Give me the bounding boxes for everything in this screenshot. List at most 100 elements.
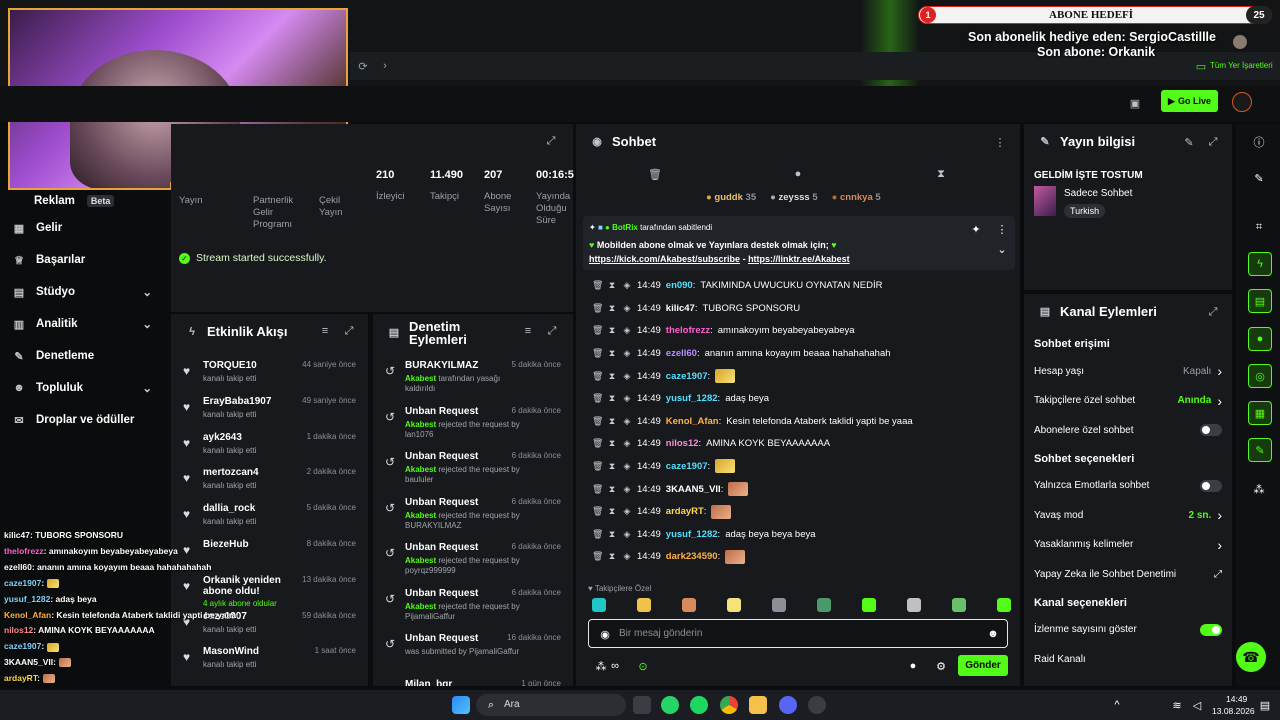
discord-icon[interactable] bbox=[779, 696, 797, 714]
setting-control[interactable]: 2 sn. › bbox=[1189, 507, 1222, 523]
sidebar-item-analitik[interactable]: ▥ Analitik ⌄ bbox=[0, 308, 170, 340]
chat-message-user[interactable]: caze1907 bbox=[666, 371, 708, 382]
chat-message-user[interactable]: kilic47 bbox=[666, 303, 695, 314]
profile-avatar[interactable] bbox=[1233, 35, 1247, 49]
moderation-item-name[interactable]: Milan_bgr bbox=[405, 679, 452, 687]
setting-row[interactable]: Yalnızca Emotlarla sohbet bbox=[1034, 475, 1222, 497]
top-chatter-1[interactable]: ● guddk 35 bbox=[706, 192, 756, 203]
setting-control[interactable]: ⤢ bbox=[1214, 569, 1222, 580]
more-options-icon[interactable]: ⋮ bbox=[995, 222, 1009, 236]
timeout-icon[interactable]: ⧗ bbox=[607, 529, 617, 540]
chat-settings-bubble-icon[interactable]: ● bbox=[906, 659, 920, 673]
emote-option[interactable] bbox=[952, 598, 966, 612]
volume-icon[interactable]: ◁ bbox=[1190, 698, 1204, 712]
timeout-icon[interactable]: ⧗ bbox=[607, 325, 617, 336]
timeout-icon[interactable]: ⧗ bbox=[607, 506, 617, 517]
delete-message-icon[interactable]: 🗑 bbox=[592, 438, 603, 449]
delete-message-icon[interactable]: 🗑 bbox=[592, 303, 603, 314]
emote-option[interactable] bbox=[997, 598, 1011, 612]
setting-control[interactable]: Kapalı › bbox=[1183, 363, 1222, 379]
apps-icon[interactable]: ⁂ bbox=[1252, 482, 1266, 496]
expand-icon[interactable]: ⤢ bbox=[545, 324, 559, 338]
notification-icon[interactable]: ▤ bbox=[1258, 698, 1272, 712]
setting-control[interactable] bbox=[1200, 424, 1222, 436]
timeout-icon[interactable]: ⧗ bbox=[607, 393, 617, 404]
timeout-icon[interactable]: ⧗ bbox=[607, 371, 617, 382]
expand-icon[interactable]: ⤢ bbox=[544, 134, 558, 148]
emote-option[interactable] bbox=[592, 598, 606, 612]
moderation-item-name[interactable]: BURAKYILMAZ bbox=[405, 360, 478, 371]
emote-picker-icon[interactable]: ⁂ bbox=[594, 659, 608, 673]
user-avatar-icon[interactable] bbox=[1232, 92, 1252, 112]
setting-toggle[interactable] bbox=[1200, 424, 1222, 436]
delete-message-icon[interactable]: 🗑 bbox=[592, 280, 603, 291]
tray-chevron-icon[interactable]: ^ bbox=[1110, 698, 1124, 712]
delete-message-icon[interactable]: 🗑 bbox=[592, 461, 603, 472]
delete-message-icon[interactable]: 🗑 bbox=[592, 551, 603, 562]
rail-document-button[interactable]: ▤ bbox=[1248, 289, 1272, 313]
delete-message-icon[interactable]: 🗑 bbox=[592, 506, 603, 517]
sidebar-item-reklam[interactable]: Reklam Beta bbox=[0, 190, 170, 212]
rail-broadcast-button[interactable]: ◎ bbox=[1248, 364, 1272, 388]
emote-option[interactable] bbox=[817, 598, 831, 612]
moderation-item-name[interactable]: Unban Request bbox=[405, 497, 478, 508]
chat-message-user[interactable]: caze1907 bbox=[666, 461, 708, 472]
language-tag[interactable]: Turkish bbox=[1064, 204, 1106, 218]
chat-input[interactable]: ◉ Bir mesaj gönderin ☻ bbox=[588, 619, 1008, 648]
windows-start-icon[interactable] bbox=[452, 696, 470, 714]
gear-icon[interactable]: ⚙ bbox=[934, 659, 948, 673]
chrome-icon[interactable] bbox=[720, 696, 738, 714]
link-icon[interactable]: ∞ bbox=[608, 659, 622, 673]
wifi-icon[interactable]: ≋ bbox=[1170, 698, 1184, 712]
setting-row[interactable]: Raid Kanalı bbox=[1034, 648, 1222, 670]
app-icon[interactable] bbox=[808, 696, 826, 714]
setting-row[interactable]: İzlenme sayısını göster bbox=[1034, 619, 1222, 641]
delete-message-icon[interactable]: 🗑 bbox=[592, 416, 603, 427]
delete-message-icon[interactable]: 🗑 bbox=[592, 325, 603, 336]
timeout-icon[interactable]: ⧗ bbox=[607, 461, 617, 472]
timeout-icon[interactable]: ⧗ bbox=[607, 303, 617, 314]
chat-message-user[interactable]: nilos12 bbox=[666, 438, 699, 449]
support-button[interactable]: ☎ bbox=[1236, 642, 1266, 672]
emote-option[interactable] bbox=[862, 598, 876, 612]
chat-message-user[interactable]: 3KAAN5_VII bbox=[666, 484, 721, 495]
edit-icon[interactable]: ✎ bbox=[1182, 135, 1196, 149]
setting-row[interactable]: Yasaklanmış kelimeler › bbox=[1034, 534, 1222, 556]
rail-wrench-button[interactable]: ✎ bbox=[1248, 438, 1272, 462]
setting-row[interactable]: Yavaş mod 2 sn. › bbox=[1034, 504, 1222, 526]
kick-logo-icon[interactable]: ⊙ bbox=[636, 659, 650, 673]
sidebar-item-studyo[interactable]: ▤ Stüdyo ⌄ bbox=[0, 276, 170, 308]
chevron-right-icon[interactable]: › bbox=[378, 59, 392, 73]
chat-message-user[interactable]: Kenol_Afan bbox=[666, 416, 719, 427]
expand-icon[interactable]: ⤢ bbox=[1206, 135, 1220, 149]
moderation-item-name[interactable]: Unban Request bbox=[405, 542, 478, 553]
rail-chat-button[interactable]: ● bbox=[1248, 327, 1272, 351]
setting-row[interactable]: Abonelere özel sohbet bbox=[1034, 419, 1222, 441]
go-live-button[interactable]: ▶ Go Live bbox=[1161, 90, 1218, 112]
timeout-icon[interactable]: ⧗ bbox=[607, 438, 617, 449]
emote-option[interactable] bbox=[907, 598, 921, 612]
emote-option[interactable] bbox=[727, 598, 741, 612]
whatsapp-icon[interactable] bbox=[661, 696, 679, 714]
timeout-icon[interactable]: ⧗ bbox=[607, 416, 617, 427]
setting-toggle[interactable] bbox=[1200, 479, 1222, 492]
hourglass-icon[interactable]: ⧗ bbox=[934, 167, 948, 181]
chat-message-user[interactable]: ezell60 bbox=[666, 348, 697, 359]
sidebar-item-basarilar[interactable]: ♕ Başarılar bbox=[0, 244, 170, 276]
timeout-icon[interactable]: ⧗ bbox=[607, 484, 617, 495]
crop-icon[interactable]: ⌗ bbox=[1252, 220, 1266, 234]
rail-stats-button[interactable]: ▦ bbox=[1248, 401, 1272, 425]
file-explorer-icon[interactable] bbox=[749, 696, 767, 714]
setting-row[interactable]: Hesap yaşı Kapalı › bbox=[1034, 360, 1222, 382]
chat-message-user[interactable]: en090 bbox=[666, 280, 693, 291]
unpin-icon[interactable]: ✦ bbox=[969, 222, 983, 236]
setting-control[interactable]: Anında › bbox=[1177, 393, 1222, 409]
moderation-item-name[interactable]: Unban Request bbox=[405, 451, 478, 462]
setting-control[interactable]: › bbox=[1217, 537, 1222, 553]
delete-message-icon[interactable]: 🗑 bbox=[592, 393, 603, 404]
emote-option[interactable] bbox=[682, 598, 696, 612]
category-name[interactable]: Sadece Sohbet bbox=[1064, 188, 1132, 199]
delete-message-icon[interactable]: 🗑 bbox=[592, 371, 603, 382]
sidebar-item-denetleme[interactable]: ✎ Denetleme bbox=[0, 340, 170, 372]
filter-icon[interactable]: ≡ bbox=[521, 324, 535, 338]
